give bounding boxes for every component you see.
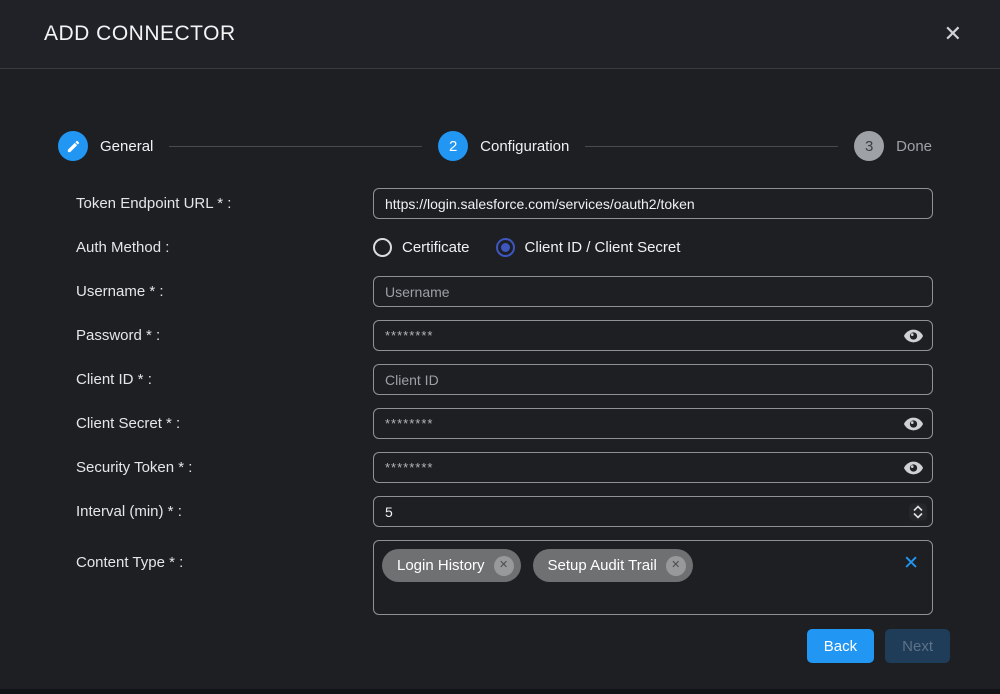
radio-circle-icon xyxy=(496,238,515,257)
interval-spinner[interactable] xyxy=(909,503,927,520)
client-secret-visibility-eye-icon[interactable] xyxy=(902,415,925,433)
client-id-input[interactable] xyxy=(373,364,933,395)
form-row-client-secret: Client Secret * : xyxy=(76,408,933,439)
radio-certificate[interactable]: Certificate xyxy=(373,238,470,257)
radio-client-id-secret[interactable]: Client ID / Client Secret xyxy=(496,238,681,257)
wizard-stepper: General 2 Configuration 3 Done xyxy=(0,131,1000,161)
password-input[interactable] xyxy=(373,320,933,351)
token-endpoint-label: Token Endpoint URL * : xyxy=(76,195,373,212)
form-row-password: Password * : xyxy=(76,320,933,351)
step-general[interactable]: General xyxy=(58,131,153,161)
chevron-down-icon xyxy=(913,512,923,518)
password-label: Password * : xyxy=(76,327,373,344)
form-row-token-endpoint: Token Endpoint URL * : xyxy=(76,188,933,219)
radio-circle-icon xyxy=(373,238,392,257)
form-row-interval: Interval (min) * : xyxy=(76,496,933,527)
username-input[interactable] xyxy=(373,276,933,307)
pencil-icon xyxy=(58,131,88,161)
content-type-tags-box[interactable]: Login History ✕ Setup Audit Trail ✕ ✕ xyxy=(373,540,933,615)
token-endpoint-input[interactable] xyxy=(373,188,933,219)
next-button[interactable]: Next xyxy=(885,629,950,663)
auth-method-label: Auth Method : xyxy=(76,239,373,256)
tag-label: Login History xyxy=(397,557,485,574)
security-token-visibility-eye-icon[interactable] xyxy=(902,459,925,477)
form-row-auth-method: Auth Method : Certificate Client ID / Cl… xyxy=(76,232,933,263)
password-visibility-eye-icon[interactable] xyxy=(902,327,925,345)
step-configuration[interactable]: 2 Configuration xyxy=(438,131,569,161)
close-icon[interactable]: ✕ xyxy=(940,19,966,49)
step-configuration-label: Configuration xyxy=(480,138,569,155)
chevron-up-icon xyxy=(913,505,923,511)
modal-footer: Back Next xyxy=(0,629,1000,663)
client-secret-label: Client Secret * : xyxy=(76,415,373,432)
form-row-content-type: Content Type * : Login History ✕ Setup A… xyxy=(76,540,933,615)
tag-label: Setup Audit Trail xyxy=(548,557,657,574)
form-row-username: Username * : xyxy=(76,276,933,307)
client-id-label: Client ID * : xyxy=(76,371,373,388)
back-button[interactable]: Back xyxy=(807,629,874,663)
security-token-input[interactable] xyxy=(373,452,933,483)
step-done[interactable]: 3 Done xyxy=(854,131,932,161)
modal-header: ADD CONNECTOR ✕ xyxy=(0,0,1000,69)
step-done-label: Done xyxy=(896,138,932,155)
content-type-label: Content Type * : xyxy=(76,540,373,571)
interval-input[interactable] xyxy=(373,496,933,527)
bottom-edge-strip xyxy=(0,689,1000,694)
form-row-client-id: Client ID * : xyxy=(76,364,933,395)
step-general-label: General xyxy=(100,138,153,155)
tag-login-history: Login History ✕ xyxy=(382,549,521,582)
client-secret-input[interactable] xyxy=(373,408,933,439)
username-label: Username * : xyxy=(76,283,373,300)
radio-certificate-label: Certificate xyxy=(402,239,470,256)
interval-label: Interval (min) * : xyxy=(76,503,373,520)
stepper-divider xyxy=(169,146,422,147)
connector-form: Token Endpoint URL * : Auth Method : Cer… xyxy=(0,188,1000,615)
step-2-badge: 2 xyxy=(438,131,468,161)
tag-remove-icon[interactable]: ✕ xyxy=(666,556,686,576)
tag-remove-icon[interactable]: ✕ xyxy=(494,556,514,576)
stepper-divider xyxy=(585,146,838,147)
tag-setup-audit-trail: Setup Audit Trail ✕ xyxy=(533,549,693,582)
auth-method-radio-group: Certificate Client ID / Client Secret xyxy=(373,238,933,257)
page-title: ADD CONNECTOR xyxy=(44,22,236,46)
step-3-badge: 3 xyxy=(854,131,884,161)
clear-all-tags-icon[interactable]: ✕ xyxy=(903,552,919,575)
radio-client-id-secret-label: Client ID / Client Secret xyxy=(525,239,681,256)
form-row-security-token: Security Token * : xyxy=(76,452,933,483)
security-token-label: Security Token * : xyxy=(76,459,373,476)
